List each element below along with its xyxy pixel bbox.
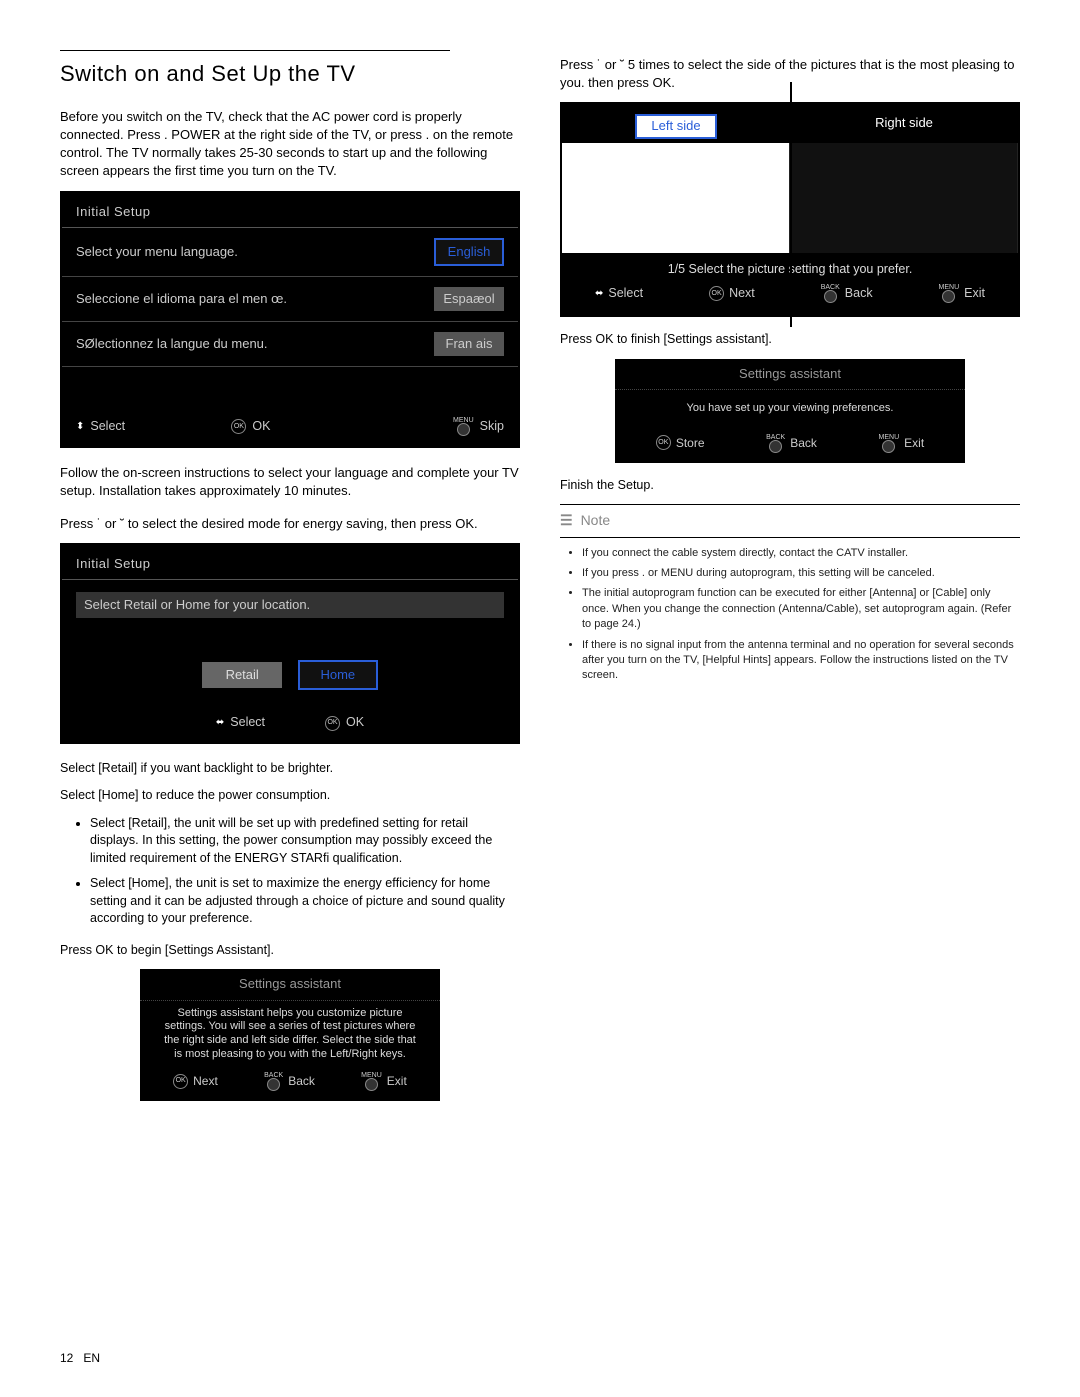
- hint-ok: OK OK: [231, 418, 270, 436]
- hint-next: OKNext: [709, 285, 755, 303]
- hint-skip: MENU Skip: [453, 417, 504, 436]
- preview-right: [790, 143, 1018, 253]
- page-lang: EN: [83, 1351, 100, 1365]
- note-item: If there is no signal input from the ant…: [582, 638, 1020, 684]
- preview-left: [562, 143, 790, 253]
- divider-line: [790, 82, 792, 327]
- ok-icon: OK: [173, 1074, 188, 1089]
- back-icon: [824, 290, 837, 303]
- intro-text: Before you switch on the TV, check that …: [60, 108, 520, 181]
- retail-note: Select [Retail] if you want backlight to…: [60, 760, 520, 778]
- lang-option-english[interactable]: English: [434, 238, 504, 266]
- press-mode-text: Press ˙ or ˘ to select the desired mode …: [60, 515, 520, 533]
- menu-icon: [457, 423, 470, 436]
- left-column: Switch on and Set Up the TV Before you s…: [60, 50, 520, 1115]
- menu-icon: [882, 440, 895, 453]
- bullet-retail: Select [Retail], the unit will be set up…: [90, 815, 520, 868]
- hint-select: ⬍ Select: [76, 418, 125, 436]
- menu-icon: [942, 290, 955, 303]
- assistant-body: You have set up your viewing preferences…: [615, 390, 965, 428]
- assistant-body: Settings assistant helps you customize p…: [140, 1001, 440, 1066]
- note-icon: ☰: [560, 511, 573, 531]
- finish-text: Finish the Setup.: [560, 477, 1020, 495]
- note-item: If you connect the cable system directly…: [582, 546, 1020, 561]
- assistant-title: Settings assistant: [615, 359, 965, 390]
- settings-assistant-intro-panel: Settings assistant Settings assistant he…: [140, 969, 440, 1100]
- lang-option-francais[interactable]: Fran ais: [434, 332, 504, 356]
- press-begin: Press OK to begin [Settings Assistant].: [60, 942, 520, 960]
- hint-back: BACK Back: [264, 1072, 315, 1091]
- ok-icon: OK: [325, 716, 340, 731]
- right-side-tab[interactable]: Right side: [790, 110, 1018, 142]
- bullet-home: Select [Home], the unit is set to maximi…: [90, 875, 520, 928]
- ok-icon: OK: [709, 286, 724, 301]
- hint-exit: MENU Exit: [939, 284, 985, 303]
- location-prompt: Select Retail or Home for your location.: [76, 592, 504, 618]
- note-heading: Note: [581, 511, 611, 531]
- page-footer: 12 EN: [60, 1350, 100, 1367]
- note-item: The initial autoprogram function can be …: [582, 586, 1020, 632]
- back-icon: [769, 440, 782, 453]
- ok-icon: OK: [656, 435, 671, 450]
- rule: [60, 50, 450, 51]
- right-column: Press ˙ or ˘ 5 times to select the side …: [560, 50, 1020, 1115]
- leftright-icon: ⬌: [595, 287, 603, 301]
- hint-exit: MENU Exit: [361, 1072, 407, 1091]
- ok-icon: OK: [231, 419, 246, 434]
- settings-assistant-done-panel: Settings assistant You have set up your …: [615, 359, 965, 463]
- assistant-title: Settings assistant: [140, 969, 440, 1000]
- follow-text: Follow the on-screen instructions to sel…: [60, 464, 520, 500]
- back-icon: [267, 1078, 280, 1091]
- hint-back: BACK Back: [766, 434, 817, 453]
- leftright-icon: ⬌: [216, 716, 224, 730]
- left-side-tab[interactable]: Left side: [562, 110, 790, 142]
- hint-back: BACK Back: [821, 284, 873, 303]
- press-finish: Press OK to ﬁnish [Settings assistant].: [560, 331, 1020, 349]
- hint-select: ⬌Select: [595, 285, 643, 303]
- hint-ok: OK OK: [325, 714, 364, 732]
- lang-prompt-en: Select your menu language.: [76, 243, 238, 261]
- page-number: 12: [60, 1351, 73, 1365]
- lang-option-espanol[interactable]: Espaæol: [434, 287, 504, 311]
- note-item: If you press . or MENU during autoprogra…: [582, 566, 1020, 581]
- hint-store: OKStore: [656, 435, 705, 452]
- retail-button[interactable]: Retail: [202, 662, 282, 688]
- hint-next: OKNext: [173, 1073, 218, 1090]
- home-note: Select [Home] to reduce the power consum…: [60, 787, 520, 805]
- note-box: ☰ Note If you connect the cable system d…: [560, 504, 1020, 684]
- initial-setup-location-panel: Initial Setup Select Retail or Home for …: [60, 543, 520, 744]
- home-button[interactable]: Home: [298, 660, 378, 690]
- panel-title: Initial Setup: [62, 545, 518, 580]
- lang-prompt-es: Seleccione el idioma para el men œ.: [76, 290, 287, 308]
- hint-exit: MENU Exit: [879, 434, 925, 453]
- initial-setup-language-panel: Initial Setup Select your menu language.…: [60, 191, 520, 449]
- menu-icon: [365, 1078, 378, 1091]
- lang-prompt-fr: SØlectionnez la langue du menu.: [76, 335, 268, 353]
- page-title: Switch on and Set Up the TV: [60, 59, 520, 90]
- hint-select: ⬌ Select: [216, 714, 265, 732]
- panel-title: Initial Setup: [62, 193, 518, 228]
- updown-icon: ⬍: [76, 420, 84, 434]
